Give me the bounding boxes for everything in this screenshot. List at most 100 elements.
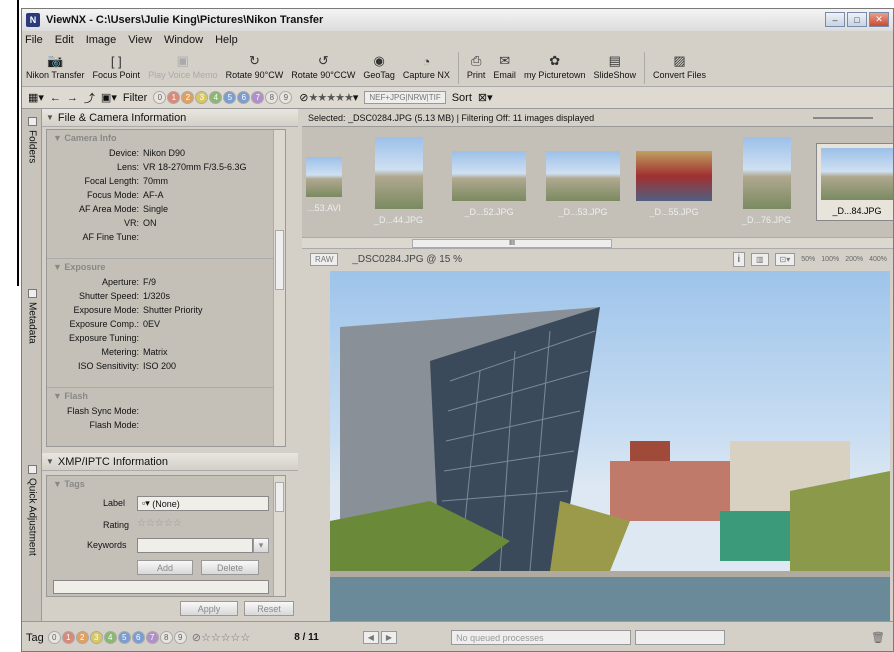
status-label-8[interactable]: 8 (159, 631, 173, 644)
keywords-list[interactable] (53, 580, 269, 594)
rotate-cw-button[interactable]: ↻ Rotate 90°CW (222, 52, 288, 80)
info-button[interactable]: i (732, 251, 745, 267)
rotate-ccw-button[interactable]: ↺ Rotate 90°CCW (287, 52, 359, 80)
thumbnail-scrollbar[interactable]: III (302, 237, 893, 249)
metadata-scrollbar[interactable] (273, 130, 285, 446)
status-label-5[interactable]: 5 (117, 631, 131, 644)
email-button[interactable]: ✉ Email (489, 52, 520, 80)
thumbnail-item[interactable]: _D...76.JPG (742, 137, 791, 225)
reset-button[interactable]: Reset (244, 601, 294, 616)
apply-button[interactable]: Apply (180, 601, 238, 616)
picturetown-button[interactable]: ✿ my Picturetown (520, 52, 590, 80)
thumbnail-item-selected[interactable]: _D...84.JPG (816, 143, 893, 221)
status-label-7[interactable]: 7 (145, 631, 159, 644)
next-image-icon[interactable]: ▶ (380, 631, 398, 644)
maximize-button[interactable]: □ (847, 12, 867, 27)
tab-metadata[interactable]: Metadata (22, 285, 42, 435)
file-camera-info-header[interactable]: ▼ File & Camera Information (42, 109, 298, 127)
menu-image[interactable]: Image (86, 34, 117, 46)
tab-quick-adjustment[interactable]: Quick Adjustment (22, 461, 42, 611)
exposure-group[interactable]: ▼ Exposure (47, 258, 285, 275)
geotag-button[interactable]: ◉ GeoTag (359, 52, 399, 80)
zoom-400[interactable]: 400% (869, 256, 887, 263)
delete-button[interactable]: Delete (201, 560, 259, 575)
histogram-icon[interactable]: ▥ (750, 252, 769, 266)
keywords-dropdown-icon[interactable]: ▾ (253, 538, 269, 553)
slideshow-button[interactable]: ▤ SlideShow (589, 52, 640, 80)
folder-up-icon[interactable]: ⤴ (84, 90, 95, 106)
label-3[interactable]: 3 (195, 91, 209, 104)
status-label-9[interactable]: 9 (173, 631, 187, 644)
status-label-3[interactable]: 3 (89, 631, 103, 644)
label-9[interactable]: 9 (279, 91, 293, 104)
menu-file[interactable]: File (25, 34, 43, 46)
menu-window[interactable]: Window (164, 34, 203, 46)
tags-group[interactable]: ▼ Tags (47, 476, 285, 492)
browse-icon[interactable]: ▣▾ (101, 91, 117, 104)
title-bar: N ViewNX - C:\Users\Julie King\Pictures\… (22, 9, 893, 31)
rotate-ccw-icon: ↺ (317, 53, 329, 68)
convert-files-button[interactable]: ▨ Convert Files (649, 52, 710, 80)
sort-label[interactable]: Sort (452, 92, 472, 104)
forward-arrow-icon[interactable]: → (67, 92, 78, 104)
thumbnail-size-slider[interactable] (813, 117, 873, 119)
fit-screen-icon[interactable]: ⊡▾ (774, 252, 796, 266)
play-voice-memo-button[interactable]: ▣ Play Voice Memo (144, 52, 222, 80)
zoom-50[interactable]: 50% (801, 256, 815, 263)
close-button[interactable]: ✕ (869, 12, 889, 27)
thumbnail-item[interactable]: ...53.AVI (306, 157, 342, 213)
zoom-200[interactable]: 200% (845, 256, 863, 263)
queue-status[interactable]: No queued processes (451, 630, 632, 645)
raw-toggle[interactable]: RAW (310, 252, 339, 266)
label-field-label: Label (103, 498, 126, 508)
print-button[interactable]: ⎙ Print (463, 52, 490, 80)
xmp-header[interactable]: ▼ XMP/IPTC Information (42, 453, 298, 471)
zoom-100[interactable]: 100% (821, 256, 839, 263)
thumbnail-item[interactable]: _D...44.JPG (374, 137, 423, 225)
trash-icon[interactable]: 🗑 (871, 631, 885, 644)
meta-row: Metering: Matrix (101, 347, 168, 357)
status-label-0[interactable]: 0 (47, 631, 61, 644)
status-label-4[interactable]: 4 (103, 631, 117, 644)
no-rating-icon: ⊘ (191, 632, 201, 644)
rating-stars[interactable]: ☆☆☆☆☆ (137, 518, 182, 529)
sort-dropdown-icon[interactable]: ⊠▾ (478, 91, 493, 104)
status-label-2[interactable]: 2 (75, 631, 89, 644)
thumbnail-item[interactable]: _D...55.JPG (636, 151, 712, 217)
label-5[interactable]: 5 (223, 91, 237, 104)
scroll-thumb[interactable] (275, 230, 284, 290)
menu-edit[interactable]: Edit (55, 34, 74, 46)
label-4[interactable]: 4 (209, 91, 223, 104)
tab-folders[interactable]: Folders (22, 113, 42, 263)
rating-filter[interactable]: ⊘★★★★★▾ (299, 91, 358, 104)
thumbnail-item[interactable]: _D...52.JPG (452, 151, 526, 217)
camera-info-group[interactable]: ▼ Camera Info (47, 130, 285, 146)
prev-image-icon[interactable]: ◀ (362, 631, 379, 644)
label-6[interactable]: 6 (237, 91, 251, 104)
flash-group[interactable]: ▼ Flash (47, 387, 285, 404)
focus-point-button[interactable]: [ ] Focus Point (89, 52, 145, 81)
menu-help[interactable]: Help (215, 34, 238, 46)
status-label-1[interactable]: 1 (61, 631, 75, 644)
label-8[interactable]: 8 (265, 91, 279, 104)
nikon-transfer-button[interactable]: 📷 Nikon Transfer (22, 52, 89, 80)
scroll-thumb[interactable]: III (412, 239, 612, 248)
label-0[interactable]: 0 (153, 91, 167, 104)
back-arrow-icon[interactable]: ← (50, 92, 61, 104)
keywords-input[interactable] (137, 538, 253, 553)
xmp-scrollbar[interactable] (273, 476, 285, 596)
label-7[interactable]: 7 (251, 91, 265, 104)
minimize-button[interactable]: – (825, 12, 845, 27)
view-mode-icon[interactable]: ▦▾ (28, 91, 44, 104)
label-2[interactable]: 2 (181, 91, 195, 104)
add-button[interactable]: Add (137, 560, 193, 575)
thumbnail-item[interactable]: _D...53.JPG (546, 151, 620, 217)
status-rating[interactable]: ⊘☆☆☆☆☆ (192, 631, 251, 644)
capture-nx-button[interactable]: ◔ Capture NX (399, 52, 454, 81)
status-label-6[interactable]: 6 (131, 631, 145, 644)
label-dropdown[interactable]: ▫▾ (None) (137, 496, 269, 511)
scroll-thumb[interactable] (275, 482, 284, 512)
label-1[interactable]: 1 (167, 91, 181, 104)
menu-view[interactable]: View (128, 34, 152, 46)
format-filter[interactable]: NEF+JPG|NRW|TIF (364, 91, 446, 104)
